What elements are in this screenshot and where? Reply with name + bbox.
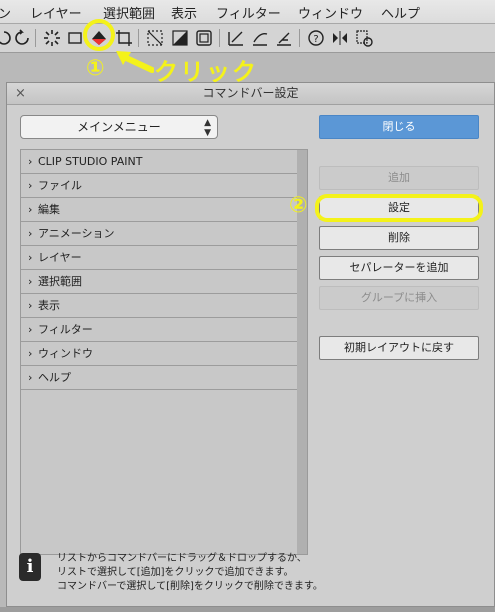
list-item[interactable]: › 表示 xyxy=(21,294,297,318)
rotate-canvas-icon[interactable] xyxy=(354,28,374,48)
info-text-line-2: リストで選択して[追加]をクリックで追加できます。 xyxy=(57,567,294,578)
chevron-right-icon: › xyxy=(28,251,33,264)
toolbar-separator xyxy=(35,29,36,47)
chevron-right-icon: › xyxy=(28,347,33,360)
list-item[interactable]: › アニメーション xyxy=(21,222,297,246)
chevron-right-icon: › xyxy=(28,371,33,384)
menu-item-view[interactable]: 表示 xyxy=(171,3,197,22)
menu-item-layer[interactable]: レイヤー xyxy=(30,3,82,22)
list-item[interactable]: › CLIP STUDIO PAINT xyxy=(21,150,297,174)
chevron-right-icon: › xyxy=(28,275,33,288)
menu-item-window[interactable]: ウィンドウ xyxy=(298,3,363,22)
command-bar-settings-dialog: × コマンドバー設定 メインメニュー ▲ ▼ › CLIP STUDIO PAINT… xyxy=(6,82,495,607)
close-button[interactable]: 閉じる xyxy=(319,115,479,139)
menu-item-selection[interactable]: 選択範囲 xyxy=(103,3,155,22)
command-list[interactable]: › CLIP STUDIO PAINT › ファイル › 編集 › アニメーション › レ… xyxy=(20,149,308,555)
add-separator-button[interactable]: セパレーターを追加 xyxy=(319,256,479,280)
dropdown-value: メインメニュー xyxy=(77,120,161,134)
select-all-icon[interactable] xyxy=(145,28,165,48)
ruler-pen-icon[interactable] xyxy=(226,28,246,48)
chevron-right-icon: › xyxy=(28,299,33,312)
delete-button[interactable]: 削除 xyxy=(319,226,479,250)
dialog-title: コマンドバー設定 xyxy=(202,86,299,100)
add-button[interactable]: 追加 xyxy=(319,166,479,190)
annotation-step-1: ① xyxy=(86,56,105,81)
insert-group-button[interactable]: グループに挿入 xyxy=(319,286,479,310)
info-text-line-1: リストからコマンドバーにドラッグ＆ドロップするか、 xyxy=(57,553,307,564)
help-icon[interactable]: ? xyxy=(306,28,326,48)
bottom-strip xyxy=(0,607,495,612)
updown-arrows-icon: ▲ ▼ xyxy=(204,118,211,138)
svg-text:?: ? xyxy=(313,34,318,45)
menu-bar: ン レイヤー 選択範囲 表示 フィルター ウィンドウ ヘルプ xyxy=(0,0,495,24)
crop-icon[interactable] xyxy=(114,28,134,48)
info-text-line-3: コマンドバーで選択して[削除]をクリックで削除できます。 xyxy=(57,581,323,592)
perspective-ruler-icon[interactable] xyxy=(274,28,294,48)
toolbar-separator xyxy=(299,29,300,47)
deselect-icon[interactable] xyxy=(194,28,214,48)
list-item[interactable]: › 編集 xyxy=(21,198,297,222)
redo-icon[interactable] xyxy=(12,28,32,48)
list-item[interactable]: › フィルター xyxy=(21,318,297,342)
chevron-right-icon: › xyxy=(28,323,33,336)
chevron-right-icon: › xyxy=(28,155,33,168)
list-item[interactable]: › ヘルプ xyxy=(21,366,297,390)
list-item[interactable]: › ウィンドウ xyxy=(21,342,297,366)
menu-item-help[interactable]: ヘルプ xyxy=(381,3,420,22)
annotation-arrow-icon xyxy=(116,51,154,73)
chevron-right-icon: › xyxy=(28,179,33,192)
loading-icon[interactable] xyxy=(42,28,62,48)
list-item[interactable]: › レイヤー xyxy=(21,246,297,270)
invert-selection-icon[interactable] xyxy=(170,28,190,48)
chevron-right-icon: › xyxy=(28,227,33,240)
menu-source-dropdown[interactable]: メインメニュー ▲ ▼ xyxy=(20,115,218,139)
toolbar-separator xyxy=(138,29,139,47)
close-icon[interactable]: × xyxy=(15,83,26,104)
flip-horizontal-icon[interactable] xyxy=(330,28,350,48)
menu-item-filter[interactable]: フィルター xyxy=(216,3,281,22)
annotation-highlight-ring xyxy=(83,19,115,51)
chevron-right-icon: › xyxy=(28,203,33,216)
menu-item-partial[interactable]: ン xyxy=(0,3,11,22)
command-bar: ? xyxy=(0,24,495,53)
list-item[interactable]: › ファイル xyxy=(21,174,297,198)
annotation-highlight-box xyxy=(315,194,483,222)
info-icon: i xyxy=(19,553,41,581)
reset-layout-button[interactable]: 初期レイアウトに戻す xyxy=(319,336,479,360)
curve-ruler-icon[interactable] xyxy=(250,28,270,48)
toolbar-separator xyxy=(219,29,220,47)
list-item[interactable]: › 選択範囲 xyxy=(21,270,297,294)
annotation-step-2: ② xyxy=(289,193,308,218)
dialog-title-bar: × コマンドバー設定 xyxy=(7,83,494,105)
